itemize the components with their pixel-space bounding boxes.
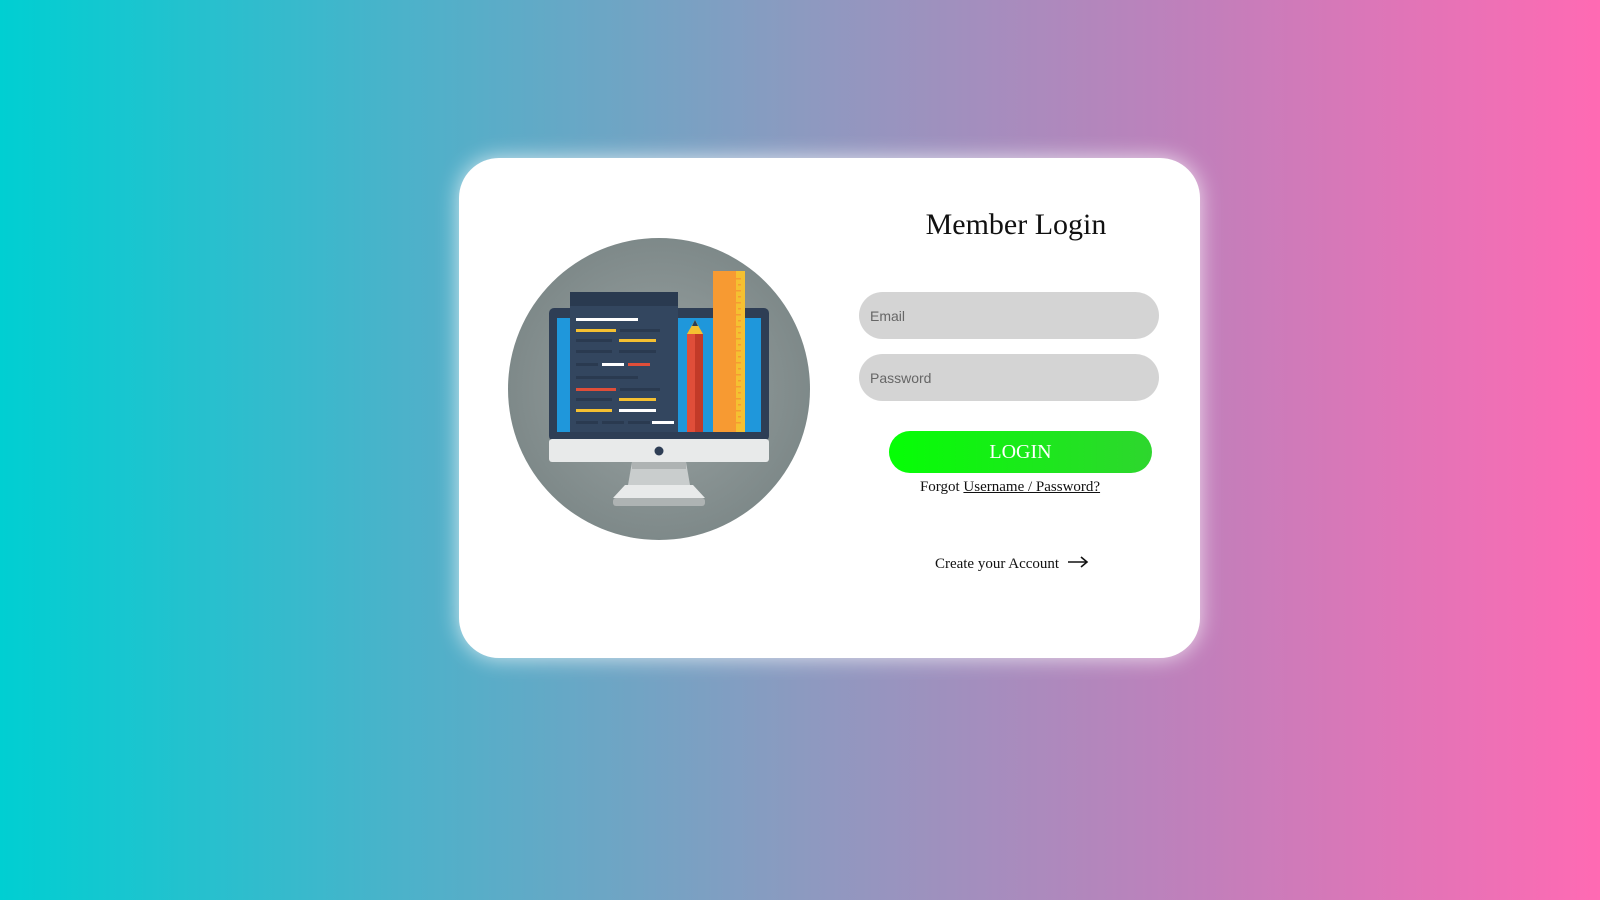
email-input[interactable] [859, 292, 1159, 339]
login-card: Member Login LOGIN Forgot Username / Pas… [459, 158, 1200, 658]
forgot-text: Forgot Username / Password? [859, 479, 1161, 496]
create-account-label: Create your Account [934, 556, 1060, 572]
computer-illustration-icon [508, 238, 810, 540]
login-button[interactable]: LOGIN [889, 431, 1152, 473]
create-account-link[interactable]: Create your Account [935, 556, 1089, 572]
arrow-right-icon [1067, 556, 1089, 573]
forgot-prefix: Forgot [919, 479, 960, 495]
create-account: Create your Account [859, 556, 1165, 573]
page-title: Member Login [925, 208, 1107, 241]
password-input[interactable] [859, 354, 1159, 401]
forgot-password-link[interactable]: Username / Password? [963, 479, 1100, 495]
login-form: Member Login LOGIN Forgot Username / Pas… [859, 158, 1173, 658]
